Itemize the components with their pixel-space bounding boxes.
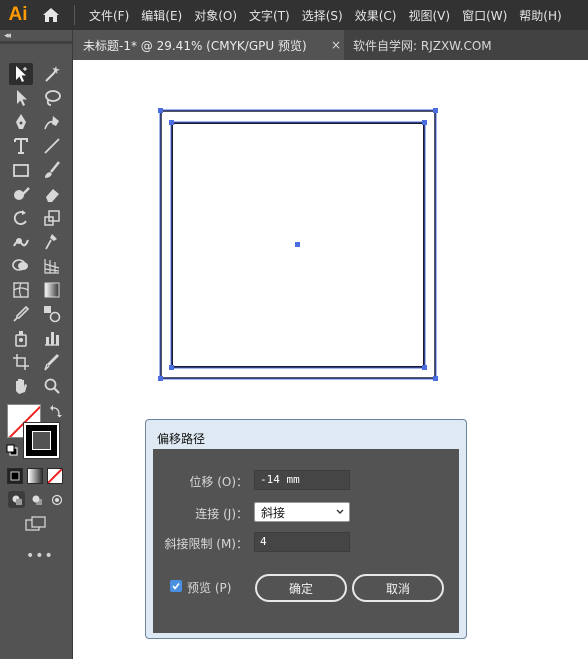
preview-checkbox[interactable]: [170, 580, 182, 592]
blend-tool-icon[interactable]: [40, 303, 64, 325]
rotate-tool-icon[interactable]: [9, 207, 33, 229]
dialog-body: 位移 (O)： -14 mm 连接 (J)： 斜接 斜接限制 (M)： 4 预览…: [153, 449, 459, 633]
draw-inside-icon[interactable]: [48, 491, 65, 508]
document-tab-bar: 未标题-1* @ 29.41% (CMYK/GPU 预览) × 软件自学网: R…: [73, 30, 588, 60]
eyedropper-icon[interactable]: [9, 303, 33, 325]
ok-button[interactable]: 确定: [255, 574, 347, 602]
menu-select[interactable]: 选择(S): [296, 7, 349, 24]
menu-file[interactable]: 文件(F): [83, 7, 135, 24]
shape-builder-icon[interactable]: [9, 255, 33, 277]
join-select-value: 斜接: [261, 506, 286, 520]
puppet-warp-icon[interactable]: [40, 231, 64, 253]
offset-input[interactable]: -14 mm: [254, 470, 350, 490]
selection-tool-icon[interactable]: [9, 63, 33, 85]
slice-tool-icon[interactable]: [40, 351, 64, 373]
panel-grip[interactable]: [0, 41, 72, 44]
draw-behind-icon[interactable]: [28, 491, 45, 508]
stroke-swatch-hole: [32, 431, 51, 450]
tools-panel: ◂◂ •••: [0, 30, 73, 659]
menu-help[interactable]: 帮助(H): [513, 7, 567, 24]
type-tool-icon[interactable]: [9, 135, 33, 157]
edit-toolbar-button[interactable]: •••: [26, 548, 54, 564]
tab-site-watermark[interactable]: 软件自学网: RJZXW.COM: [353, 30, 492, 60]
gradient-tool-icon[interactable]: [40, 279, 64, 301]
home-icon[interactable]: [36, 0, 66, 30]
pen-tool-icon[interactable]: [9, 111, 33, 133]
menu-window[interactable]: 窗口(W): [456, 7, 513, 24]
preview-label[interactable]: 预览 (P): [187, 579, 231, 596]
join-select[interactable]: 斜接: [254, 502, 350, 522]
perspective-grid-icon[interactable]: [40, 255, 64, 277]
join-label: 连接 (J)：: [195, 507, 248, 521]
eraser-icon[interactable]: [40, 183, 64, 205]
zoom-tool-icon[interactable]: [40, 375, 64, 397]
miter-limit-input[interactable]: 4: [254, 532, 350, 552]
rectangle-tool-icon[interactable]: [9, 159, 33, 181]
symbol-sprayer-icon[interactable]: [9, 327, 33, 349]
line-tool-icon[interactable]: [40, 135, 64, 157]
dialog-title: 偏移路径: [157, 432, 206, 446]
lasso-icon[interactable]: [40, 87, 64, 109]
stroke-swatch[interactable]: [24, 423, 59, 458]
color-mode-button[interactable]: [7, 468, 23, 484]
menu-divider: [74, 5, 75, 25]
hand-tool-icon[interactable]: [9, 375, 33, 397]
column-graph-icon[interactable]: [40, 327, 64, 349]
chevron-down-icon: [335, 505, 345, 522]
menu-view[interactable]: 视图(V): [402, 7, 456, 24]
draw-normal-icon[interactable]: [8, 491, 25, 508]
cancel-button[interactable]: 取消: [352, 574, 444, 602]
scale-tool-icon[interactable]: [40, 207, 64, 229]
anchor-points[interactable]: [158, 108, 438, 381]
menu-type[interactable]: 文字(T): [243, 7, 296, 24]
screen-mode-icon[interactable]: [25, 516, 47, 532]
none-mode-button[interactable]: [47, 468, 63, 484]
menu-object[interactable]: 对象(O): [188, 7, 243, 24]
collapse-panel-icon[interactable]: ◂◂: [4, 31, 11, 41]
tab-document[interactable]: 未标题-1* @ 29.41% (CMYK/GPU 预览) ×: [73, 30, 344, 60]
artboard-tool-icon[interactable]: [9, 351, 33, 373]
paintbrush-icon[interactable]: [40, 159, 64, 181]
close-icon[interactable]: ×: [331, 38, 341, 52]
menu-bar: Ai 文件(F) 编辑(E) 对象(O) 文字(T) 选择(S) 效果(C) 视…: [0, 0, 588, 30]
default-colors-icon[interactable]: [6, 444, 18, 456]
app-logo: Ai: [8, 4, 28, 25]
curvature-tool-icon[interactable]: [40, 111, 64, 133]
miter-limit-label: 斜接限制 (M)：: [164, 537, 248, 551]
offset-label: 位移 (O)：: [189, 475, 248, 489]
shaper-tool-icon[interactable]: [9, 183, 33, 205]
swap-fill-stroke-icon[interactable]: [49, 404, 63, 418]
gradient-mode-button[interactable]: [27, 468, 43, 484]
menu-effect[interactable]: 效果(C): [349, 7, 403, 24]
warp-tool-icon[interactable]: [9, 231, 33, 253]
offset-path-dialog: 偏移路径 位移 (O)： -14 mm 连接 (J)： 斜接 斜接限制 (M)：…: [145, 419, 467, 639]
tab-document-label: 未标题-1* @ 29.41% (CMYK/GPU 预览): [83, 38, 307, 53]
magic-wand-icon[interactable]: [40, 63, 64, 85]
mesh-tool-icon[interactable]: [9, 279, 33, 301]
menu-edit[interactable]: 编辑(E): [135, 7, 188, 24]
direct-selection-icon[interactable]: [9, 87, 33, 109]
